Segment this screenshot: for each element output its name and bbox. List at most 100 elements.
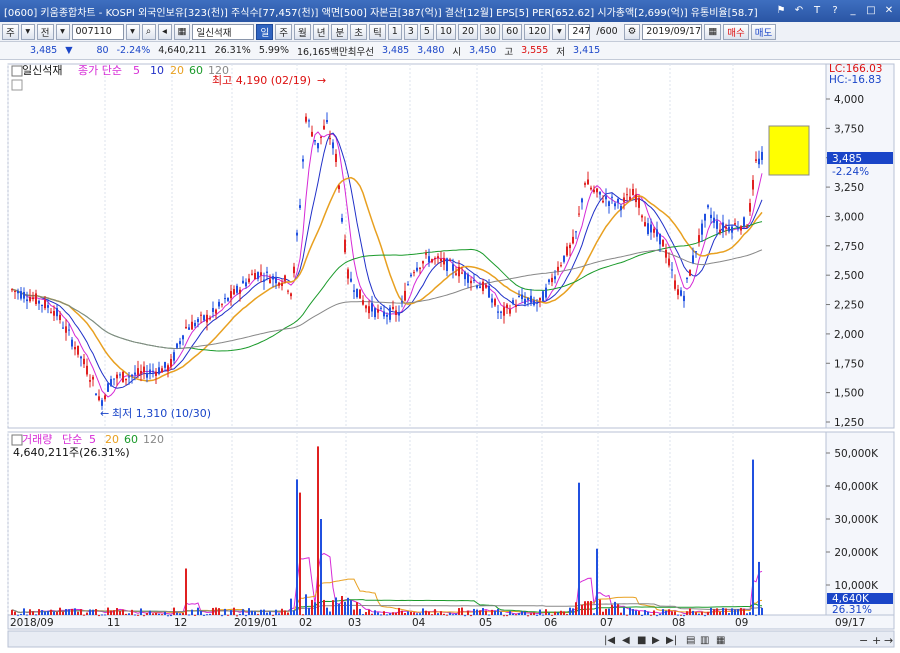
type-select[interactable]: 주 <box>2 23 19 40</box>
candle-body <box>371 303 373 312</box>
count-input[interactable]: 247 <box>568 23 591 40</box>
stop-icon[interactable]: ■ <box>637 635 646 646</box>
volume-bar <box>56 611 58 615</box>
period-year[interactable]: 년 <box>312 23 330 40</box>
undo-icon[interactable]: ↶ <box>792 3 806 17</box>
period-week[interactable]: 주 <box>275 23 292 40</box>
market-dropdown-icon[interactable]: ▾ <box>55 23 70 40</box>
chart-area[interactable]: 4,0003,7503,5003,2503,0002,7502,5002,250… <box>0 60 900 650</box>
candle-body <box>554 276 556 280</box>
volume-bar <box>350 600 352 615</box>
price-tick-label: 1,500 <box>834 388 864 400</box>
period-tick[interactable]: 틱 <box>368 23 386 40</box>
scroll-bar[interactable] <box>7 630 895 648</box>
interval-5[interactable]: 5 <box>419 23 434 40</box>
volume-bar <box>353 609 355 615</box>
settings-icon[interactable]: ⚙ <box>623 23 641 40</box>
stock-code-input[interactable]: 007110 <box>71 23 124 40</box>
volume-bar <box>185 568 187 615</box>
candle-body <box>542 291 544 302</box>
period-day[interactable]: 일 <box>256 23 274 40</box>
price-panel-title: 일신석재 <box>22 63 62 77</box>
volume-tick-label: 40,000K <box>834 481 879 493</box>
arrow-icon[interactable]: → <box>884 634 893 647</box>
prev-icon[interactable]: ◀ <box>622 635 630 646</box>
volume-bar <box>158 613 160 615</box>
interval-20[interactable]: 20 <box>457 23 479 40</box>
buy-button[interactable]: 매수 <box>723 23 749 40</box>
highlight-box[interactable] <box>768 125 810 176</box>
candle-body <box>524 298 526 304</box>
interval-30[interactable]: 30 <box>480 23 501 40</box>
close-icon[interactable]: ✕ <box>882 3 896 17</box>
candle-body <box>590 187 592 190</box>
code-dropdown-icon[interactable]: ▾ <box>125 23 140 40</box>
volume-legend-toggle[interactable] <box>11 434 23 446</box>
volume-bar <box>614 601 616 615</box>
next-icon[interactable]: ▶ <box>652 635 660 646</box>
candle-body <box>476 285 478 288</box>
price-volume-chart[interactable]: 4,0003,7503,5003,2503,0002,7502,5002,250… <box>0 60 900 650</box>
type-dropdown-icon[interactable]: ▾ <box>20 23 35 40</box>
first-icon[interactable]: |◀ <box>604 635 615 646</box>
interval-1[interactable]: 1 <box>387 23 402 40</box>
maximize-icon[interactable]: □ <box>864 3 878 17</box>
candle-body <box>737 227 739 230</box>
period-minute[interactable]: 분 <box>331 23 349 40</box>
candle-body <box>386 314 388 317</box>
market-select[interactable]: 전 <box>36 23 54 40</box>
candle-body <box>416 267 418 271</box>
text-icon[interactable]: T <box>810 3 824 17</box>
minimize-icon[interactable]: _ <box>846 3 860 17</box>
volume-bar <box>32 611 34 615</box>
volume-bar <box>428 611 430 615</box>
interval-dropdown-icon[interactable]: ▾ <box>552 23 567 40</box>
volume-bar <box>446 614 448 616</box>
volume-bar <box>218 608 220 615</box>
prev-stock-icon[interactable]: ◂ <box>157 23 172 40</box>
candle-body <box>716 220 718 229</box>
interval-120[interactable]: 120 <box>524 23 551 40</box>
candle-body <box>383 311 385 317</box>
interval-3[interactable]: 3 <box>403 23 418 40</box>
candle-body <box>152 370 154 372</box>
period-second[interactable]: 초 <box>350 23 367 40</box>
volume-legend-ma: 단순 <box>62 433 82 446</box>
price-tick-label: 4,000 <box>834 94 864 106</box>
candle-body <box>587 179 589 185</box>
last-icon[interactable]: ▶| <box>666 635 677 646</box>
low-marker: 최저 1,310 (10/30) <box>112 407 211 420</box>
plus-icon[interactable]: + <box>872 634 881 647</box>
volume-bar <box>371 613 373 615</box>
candle-body <box>161 368 163 373</box>
candle-body <box>620 205 622 211</box>
period-month[interactable]: 월 <box>293 23 311 40</box>
price-tick-label: 2,250 <box>834 300 864 312</box>
chart-type-icon[interactable]: ▥ <box>700 635 709 646</box>
volume-tick-label: 30,000K <box>834 514 879 526</box>
candle-body <box>362 300 364 305</box>
sell-button[interactable]: 매도 <box>750 23 777 40</box>
calendar-icon[interactable]: ▦ <box>704 23 722 40</box>
price-legend-toggle[interactable] <box>11 65 23 77</box>
volume-bar <box>698 613 700 615</box>
interval-10[interactable]: 10 <box>435 23 456 40</box>
candle-body <box>260 272 262 276</box>
help-icon[interactable]: ? <box>828 3 842 17</box>
date-input[interactable]: 2019/09/17 <box>642 23 703 40</box>
chart-tools-icon[interactable]: ▤ <box>686 635 695 646</box>
volume-bar <box>386 614 388 616</box>
pin-icon[interactable]: ⚑ <box>774 3 788 17</box>
volume-bar <box>617 604 619 615</box>
zoom-icon[interactable]: ▦ <box>716 635 725 646</box>
candle-body <box>323 125 325 130</box>
volume-bar <box>557 612 559 615</box>
x-axis-label: 12 <box>174 617 187 629</box>
candle-body <box>395 310 397 316</box>
interval-60[interactable]: 60 <box>502 23 523 40</box>
search-icon[interactable]: ⌕ <box>141 23 156 40</box>
candle-body <box>758 158 760 165</box>
stock-icon[interactable]: ▦ <box>173 23 191 40</box>
minus-icon[interactable]: − <box>859 634 868 647</box>
candle-body <box>677 289 679 295</box>
